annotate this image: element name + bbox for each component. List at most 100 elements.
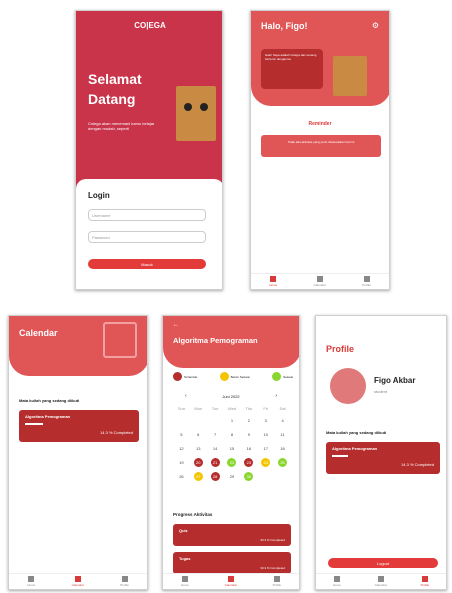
- calendar-day[interactable]: 9: [244, 430, 253, 439]
- detail-title: Algoritma Pemograman: [173, 336, 258, 345]
- calendar-icon: [377, 576, 384, 582]
- calendar-day[interactable]: 28: [210, 472, 220, 481]
- activity-name: Tugas: [179, 556, 191, 561]
- logout-button[interactable]: Logout: [328, 558, 438, 568]
- home-icon: [333, 576, 340, 582]
- profile-icon: [121, 576, 128, 582]
- calendar-day[interactable]: 25: [278, 458, 288, 467]
- calendar-icon: [74, 576, 81, 582]
- activity-status: 33.3 % Completed: [260, 566, 285, 570]
- greeting: Halo, Figo!: [261, 21, 308, 31]
- calendar-day[interactable]: 30: [244, 472, 254, 481]
- profile-icon: [273, 576, 280, 582]
- calendar-day[interactable]: 19: [177, 458, 186, 467]
- prev-month-icon[interactable]: ‹: [185, 393, 187, 399]
- home-header: Halo, Figo! ⚙ Halo! Saya adalah Colega d…: [251, 11, 389, 106]
- calendar-day[interactable]: 5: [177, 430, 186, 439]
- calendar-day: [278, 472, 287, 481]
- calendar-day[interactable]: 7: [211, 430, 220, 439]
- calendar-day[interactable]: 11: [278, 430, 287, 439]
- status-legend: Terlambat Belum Selesai Selesai: [173, 372, 293, 381]
- calendar-day: [261, 472, 270, 481]
- calendar-course-card[interactable]: Algoritma Pemograman 14.3 % Completed: [19, 410, 139, 442]
- calendar-day[interactable]: 2: [244, 416, 253, 425]
- calendar-day[interactable]: 17: [261, 444, 270, 453]
- calendar-day: [177, 416, 186, 425]
- home-icon: [28, 576, 35, 582]
- calendar-day[interactable]: 29: [227, 472, 236, 481]
- calendar-day[interactable]: 12: [177, 444, 186, 453]
- nav-calendar[interactable]: Calendar: [314, 276, 326, 287]
- course-progress: 14.3 % Completed: [100, 430, 133, 435]
- nav-home[interactable]: Home: [27, 576, 35, 587]
- nav-profile[interactable]: Profile: [362, 276, 371, 287]
- calendar-day[interactable]: 13: [194, 444, 203, 453]
- profile-course-card[interactable]: Algoritma Pemograman 14.3 % Completed: [326, 442, 440, 474]
- calendar-day[interactable]: 26: [177, 472, 186, 481]
- nav-home[interactable]: Home: [269, 276, 277, 287]
- course-name: Algoritma Pemograman: [25, 414, 71, 419]
- weekday-label: Tue: [211, 406, 219, 411]
- back-icon[interactable]: ←: [173, 322, 179, 328]
- detail-header: ← Algoritma Pemograman: [163, 316, 299, 368]
- profile-screen: Profile Figo Akbar student Mata kuliah y…: [315, 315, 447, 590]
- robot-eye-right: [200, 103, 208, 111]
- profile-section-label: Mata kuliah yang sedang diikuti: [326, 430, 387, 435]
- app-logo: CO|EGA: [134, 21, 166, 30]
- calendar-day[interactable]: 27: [193, 472, 203, 481]
- calendar-day[interactable]: 21: [210, 458, 220, 467]
- calendar-day[interactable]: 20: [193, 458, 203, 467]
- calendar-day: [194, 416, 203, 425]
- login-button[interactable]: Masuk: [88, 259, 206, 269]
- nav-calendar[interactable]: Calendar: [225, 576, 237, 587]
- calendar-day[interactable]: 4: [278, 416, 287, 425]
- login-screen: CO|EGA Selamat Datang Colega akan menema…: [75, 10, 223, 290]
- nav-profile[interactable]: Profile: [421, 576, 429, 587]
- nav-home[interactable]: Home: [181, 576, 189, 587]
- calendar-day[interactable]: 18: [278, 444, 287, 453]
- activity-tugas-card[interactable]: Tugas 33.3 % Completed: [173, 552, 291, 574]
- progress-title: Progress Aktivitas: [173, 512, 213, 517]
- legend-item: Belum Selesai: [219, 372, 250, 381]
- calendar-bottom-nav: Home Calendar Profile: [9, 573, 147, 589]
- nav-calendar[interactable]: Calendar: [375, 576, 387, 587]
- calendar-day[interactable]: 16: [244, 444, 253, 453]
- username-input[interactable]: Username: [88, 209, 206, 221]
- calendar-day[interactable]: 24: [261, 458, 271, 467]
- calendar-day[interactable]: 8: [227, 430, 236, 439]
- calendar-icon: [316, 276, 323, 282]
- calendar-illustration-icon: [103, 322, 137, 358]
- course-progress: 14.3 % Completed: [401, 462, 434, 467]
- login-title: Login: [88, 191, 110, 200]
- bubble-text: Halo! Saya adalah Colega dan senang bert…: [265, 53, 317, 61]
- nav-calendar[interactable]: Calendar: [72, 576, 84, 587]
- calendar-day[interactable]: 6: [194, 430, 203, 439]
- detail-bottom-nav: Home Calendar Profile: [163, 573, 299, 589]
- day-grid: 1 2 3 4 5 6 7 8 9 10 11 12 13 14 15 16 17 18 19 20 21 22 23 24 2…: [173, 416, 291, 481]
- weekday-label: Sun: [177, 406, 185, 411]
- calendar-day[interactable]: 23: [244, 458, 254, 467]
- weekday-label: Wed: [227, 406, 237, 411]
- calendar-title: Calendar: [19, 328, 58, 338]
- settings-icon[interactable]: ⚙: [372, 21, 379, 30]
- profile-icon: [421, 576, 428, 582]
- nav-home[interactable]: Home: [333, 576, 341, 587]
- calendar-day[interactable]: 1: [227, 416, 236, 425]
- next-month-icon[interactable]: ›: [275, 393, 277, 399]
- calendar-day[interactable]: 15: [227, 444, 236, 453]
- calendar-day[interactable]: 3: [261, 416, 270, 425]
- weekday-label: Mon: [194, 406, 203, 411]
- weekday-label: Fri: [263, 406, 269, 411]
- activity-quiz-card[interactable]: Quiz 33.3 % Completed: [173, 524, 291, 546]
- password-input[interactable]: Password: [88, 231, 206, 243]
- reminder-text: Tidak ada aktivitas yang perlu diselesai…: [287, 140, 355, 144]
- welcome-subtitle: Colega akan menemani kamu belajar dengan…: [88, 121, 155, 131]
- welcome-header: CO|EGA Selamat Datang Colega akan menema…: [76, 11, 222, 191]
- calendar-day[interactable]: 10: [261, 430, 270, 439]
- calendar-day[interactable]: 22: [227, 458, 237, 467]
- legend-dot-icon: [219, 372, 229, 381]
- month-label: Juni 2022: [222, 394, 240, 399]
- calendar-day[interactable]: 14: [211, 444, 220, 453]
- nav-profile[interactable]: Profile: [120, 576, 129, 587]
- nav-profile[interactable]: Profile: [273, 576, 281, 587]
